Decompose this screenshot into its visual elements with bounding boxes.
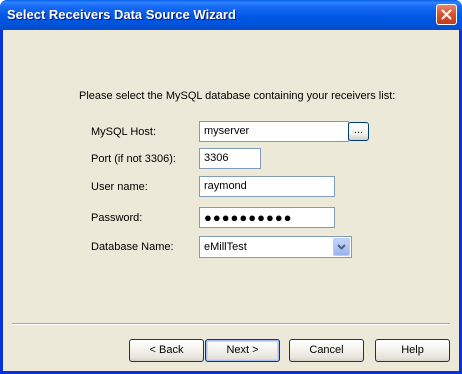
close-button[interactable] xyxy=(436,4,457,25)
password-input[interactable]: ●●●●●●●●●● xyxy=(199,207,335,228)
port-input[interactable]: 3306 xyxy=(199,148,261,169)
cancel-button[interactable]: Cancel xyxy=(289,339,364,362)
port-label: Port (if not 3306): xyxy=(91,153,176,165)
user-name-label: User name: xyxy=(91,181,148,193)
dialog-body: Please select the MySQL database contain… xyxy=(3,30,459,371)
database-name-label: Database Name: xyxy=(91,241,174,253)
mysql-host-value: myserver xyxy=(204,125,250,137)
help-button[interactable]: Help xyxy=(375,339,450,362)
close-icon xyxy=(441,9,452,20)
title-bar[interactable]: Select Receivers Data Source Wizard xyxy=(0,0,462,30)
separator xyxy=(12,323,450,325)
back-button[interactable]: < Back xyxy=(129,339,204,362)
next-button[interactable]: Next > xyxy=(205,339,280,362)
instruction-text: Please select the MySQL database contain… xyxy=(79,90,396,102)
mysql-host-input[interactable]: myserver xyxy=(199,121,349,142)
password-value: ●●●●●●●●●● xyxy=(204,210,293,225)
mysql-host-label: MySQL Host: xyxy=(91,126,156,138)
database-name-value: eMillTest xyxy=(204,241,247,253)
wizard-window: Select Receivers Data Source Wizard Plea… xyxy=(0,0,462,374)
database-name-select[interactable]: eMillTest xyxy=(199,236,352,258)
window-title: Select Receivers Data Source Wizard xyxy=(7,7,236,22)
browse-host-button[interactable]: ... xyxy=(348,122,369,141)
user-name-input[interactable]: raymond xyxy=(199,176,335,197)
password-label: Password: xyxy=(91,212,143,224)
dropdown-button[interactable] xyxy=(333,238,350,256)
chevron-down-icon xyxy=(337,244,346,250)
port-value: 3306 xyxy=(204,152,229,164)
user-name-value: raymond xyxy=(204,180,247,192)
